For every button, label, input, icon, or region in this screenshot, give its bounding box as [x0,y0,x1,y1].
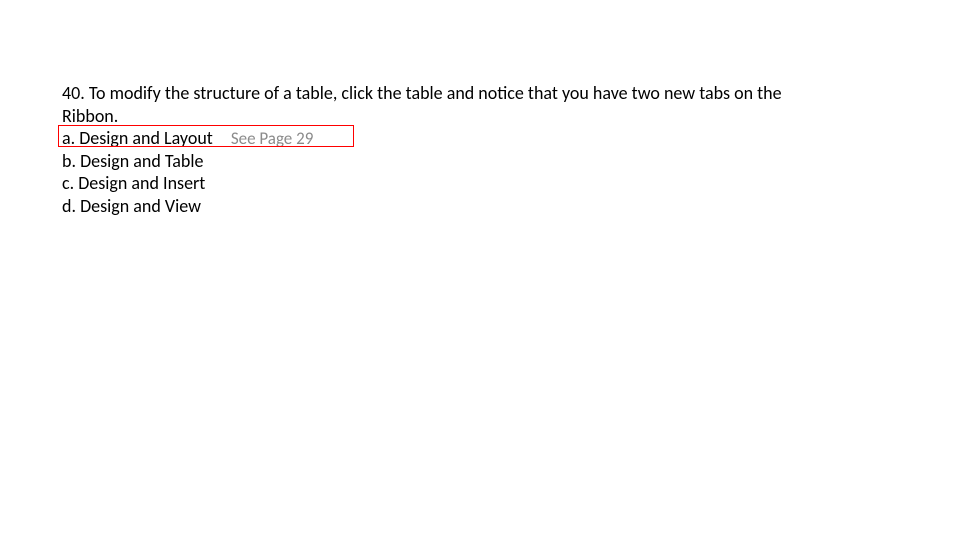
choice-a: a. Design and Layout [62,127,213,149]
question-block: 40. To modify the structure of a table, … [62,82,930,217]
choice-d: d. Design and View [62,195,930,218]
question-text-line1: 40. To modify the structure of a table, … [62,82,930,105]
choice-a-container: a. Design and Layout See Page 29 [62,127,313,150]
page-reference-annotation: See Page 29 [231,128,314,149]
choice-c: c. Design and Insert [62,172,930,195]
choice-a-line: a. Design and Layout See Page 29 [62,127,930,150]
choice-b: b. Design and Table [62,150,930,173]
question-text-line2: Ribbon. [62,105,930,128]
